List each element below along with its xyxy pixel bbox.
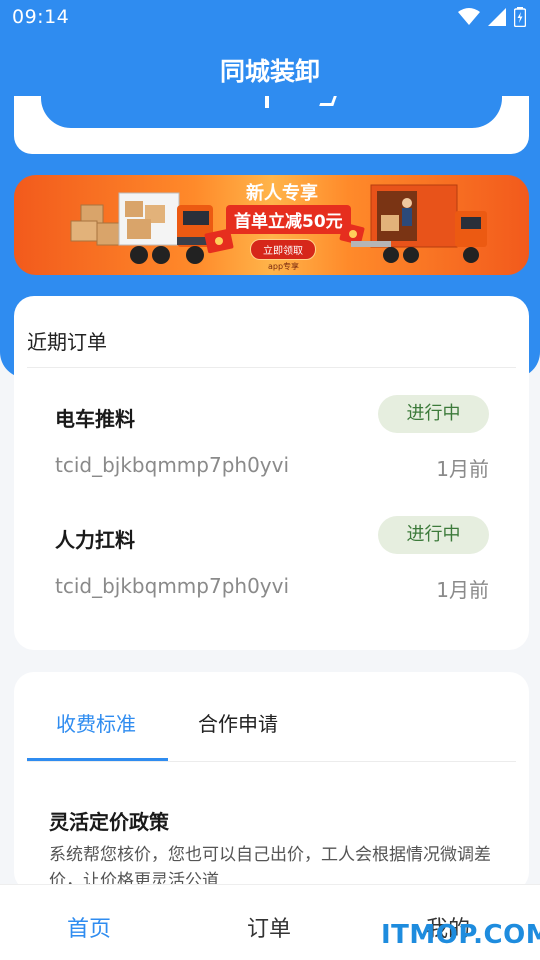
order-time: 1月前 [436, 457, 489, 481]
order-service-name: 人力扛料 [55, 528, 135, 552]
page-title: 同城装卸 [219, 57, 320, 86]
divider [27, 761, 516, 762]
recent-orders-title: 近期订单 [27, 330, 107, 354]
watermark: ITMOP.COM [381, 920, 540, 950]
nav-item-home[interactable]: 首页 [67, 911, 111, 943]
order-status-badge: 进行中 [378, 516, 489, 554]
main-action-button[interactable] [41, 96, 502, 128]
divider [27, 367, 516, 368]
tab-pricing-standard[interactable]: 收费标准 [56, 708, 136, 737]
wifi-icon [458, 8, 480, 25]
banner-offer: 首单立减50元 [226, 205, 351, 234]
nav-item-orders[interactable]: 订单 [247, 911, 291, 943]
red-envelope-icon [204, 228, 234, 254]
truck-illustration-right [351, 184, 487, 263]
order-item[interactable]: 人力扛料 进行中 tcid_bjkbqmmp7ph0yvi 1月前 [14, 516, 529, 634]
recent-orders-card: 近期订单 电车推料 进行中 tcid_bjkbqmmp7ph0yvi 1月前 人… [14, 296, 529, 650]
signal-icon [488, 8, 506, 26]
banner-claim-button[interactable]: 立即领取 [250, 239, 316, 260]
order-service-name: 电车推料 [55, 407, 135, 431]
policy-title: 灵活定价政策 [49, 810, 169, 834]
order-status-badge: 进行中 [378, 395, 489, 433]
battery-icon [514, 7, 526, 27]
banner-note: app专享 [268, 262, 300, 271]
order-time: 1月前 [436, 578, 489, 602]
promo-banner[interactable]: 新人专享 首单立减50元 立即领取 app专享 [14, 175, 529, 275]
main-action-button-text-clipped [41, 96, 502, 128]
top-card [14, 96, 529, 154]
status-time: 09:14 [12, 6, 70, 28]
tab-cooperation-application[interactable]: 合作申请 [198, 708, 278, 737]
status-bar: 09:14 [0, 0, 540, 36]
pricing-card: 收费标准 合作申请 灵活定价政策 系统帮您核价，您也可以自己出价，工人会根据情况… [14, 672, 529, 892]
truck-illustration-left [70, 192, 213, 264]
status-icons [458, 7, 526, 27]
order-id: tcid_bjkbqmmp7ph0yvi [55, 453, 290, 477]
order-item[interactable]: 电车推料 进行中 tcid_bjkbqmmp7ph0yvi 1月前 [14, 395, 529, 513]
order-id: tcid_bjkbqmmp7ph0yvi [55, 574, 290, 598]
banner-headline: 新人专享 [246, 183, 318, 204]
